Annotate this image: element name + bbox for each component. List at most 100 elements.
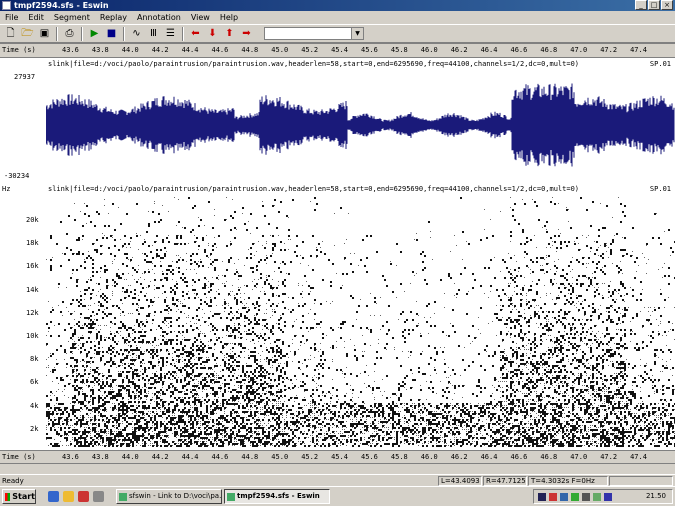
tray-icon[interactable] — [538, 493, 546, 501]
frequency-tick: 4k — [30, 401, 39, 410]
tray-icon[interactable] — [593, 493, 601, 501]
windows-logo-icon — [5, 492, 11, 501]
frequency-tick: 8k — [30, 355, 39, 364]
minimize-button[interactable]: _ — [635, 0, 647, 10]
waveform-trace — [46, 83, 675, 167]
toolbar: 🗋 🗁 ▣ ⎙ ▶ ■ ∿ Ⅲ ☰ ⬅ ⬇ ⬆ ➡ ▼ — [0, 24, 675, 43]
waveform-icon[interactable]: ∿ — [129, 26, 144, 41]
time-tick: 46.0 — [420, 46, 438, 54]
time-tick: 43.8 — [91, 46, 109, 54]
time-tick: 47.0 — [570, 453, 588, 461]
tray-icon[interactable] — [549, 493, 557, 501]
status-empty — [609, 476, 673, 486]
save-icon[interactable]: ▣ — [37, 26, 52, 41]
menu-replay[interactable]: Replay — [95, 13, 132, 22]
ie-icon[interactable] — [48, 491, 59, 502]
status-time: T=4.3032s F=0Hz — [528, 476, 608, 486]
time-tick: 45.4 — [331, 453, 348, 461]
time-tick: 43.8 — [91, 453, 109, 461]
bars-icon[interactable]: Ⅲ — [146, 26, 161, 41]
frequency-tick: 16k — [26, 262, 39, 271]
close-button[interactable]: × — [661, 0, 673, 10]
tray-icon[interactable] — [604, 493, 612, 501]
time-tick: 45.2 — [301, 46, 319, 54]
frequency-tick: 6k — [30, 378, 39, 387]
down-arrow-icon[interactable]: ⬇ — [205, 26, 220, 41]
menu-annotation[interactable]: Annotation — [132, 13, 186, 22]
print-icon[interactable]: ⎙ — [62, 26, 77, 41]
time-tick: 45.2 — [301, 453, 319, 461]
menu-view[interactable]: View — [186, 13, 215, 22]
list-icon[interactable]: ☰ — [163, 26, 178, 41]
right-arrow-icon[interactable]: ➡ — [239, 26, 254, 41]
left-arrow-icon[interactable]: ⬅ — [188, 26, 203, 41]
spectrogram-panel[interactable] — [46, 197, 675, 447]
waveform-ymin: -30234 — [4, 172, 30, 180]
task-label: sfswin - Link to D:\voci\pa... — [129, 492, 222, 500]
frequency-tick: 2k — [30, 424, 39, 433]
open-icon[interactable]: 🗁 — [20, 26, 35, 41]
waveform-info: slink|file=d:/voci/paolo/paraintrusion/p… — [48, 60, 580, 68]
chevron-down-icon[interactable]: ▼ — [351, 28, 363, 39]
system-tray: 21.50 — [533, 489, 673, 504]
status-left-cursor: L=43.4093 — [438, 476, 482, 486]
time-tick: 44.2 — [151, 453, 169, 461]
task-icon — [227, 493, 235, 501]
status-ready: Ready — [2, 477, 24, 485]
menu-file[interactable]: File — [0, 13, 23, 22]
stop-icon[interactable]: ■ — [104, 26, 119, 41]
spectrogram-info: slink|file=d:/voci/paolo/paraintrusion/p… — [48, 185, 580, 193]
time-tick: 47.2 — [600, 453, 618, 461]
waveform-panel[interactable] — [46, 70, 675, 180]
task-eswin[interactable]: tmpf2594.sfs - Eswin — [224, 489, 330, 504]
time-tick: 45.6 — [361, 46, 378, 54]
status-bar: Ready L=43.4093 R=47.7125 T=4.3032s F=0H… — [0, 474, 675, 486]
frequency-tick: 10k — [26, 332, 39, 340]
window-controls: _ □ × — [635, 0, 673, 10]
time-tick: 44.4 — [181, 453, 199, 461]
waveform-info-line: slink|file=d:/voci/paolo/paraintrusion/p… — [0, 60, 675, 70]
time-tick: 45.8 — [390, 453, 408, 461]
time-tick: 47.2 — [600, 46, 618, 54]
time-tick: 44.0 — [121, 453, 139, 461]
time-tick: 46.2 — [450, 46, 468, 54]
play-icon[interactable]: ▶ — [87, 26, 102, 41]
time-tick: 45.4 — [331, 46, 348, 54]
app-icon — [2, 1, 11, 10]
tray-icon[interactable] — [582, 493, 590, 501]
time-tick: 46.4 — [480, 453, 498, 461]
maximize-button[interactable]: □ — [648, 0, 660, 10]
tray-icon[interactable] — [560, 493, 568, 501]
time-axis-label: Time (s) — [2, 453, 36, 461]
time-tick: 46.2 — [450, 453, 468, 461]
up-arrow-icon[interactable]: ⬆ — [222, 26, 237, 41]
task-sfswin[interactable]: sfswin - Link to D:\voci\pa... — [116, 489, 222, 504]
menu-help[interactable]: Help — [215, 13, 243, 22]
settings-icon[interactable] — [93, 491, 104, 502]
annotation-combo[interactable]: ▼ — [264, 27, 364, 40]
time-axis-label: Time (s) — [2, 46, 36, 54]
task-icon — [119, 493, 127, 501]
taskbar: Start sfswin - Link to D:\voci\pa... tmp… — [0, 486, 675, 506]
start-button[interactable]: Start — [2, 489, 36, 504]
status-right-cursor: R=47.7125 — [483, 476, 527, 486]
frequency-tick: 12k — [26, 308, 39, 317]
time-tick: 46.4 — [480, 46, 498, 54]
media-icon[interactable] — [78, 491, 89, 502]
menu-edit[interactable]: Edit — [23, 13, 49, 22]
spectrogram-info-line: Hz slink|file=d:/voci/paolo/paraintrusio… — [0, 185, 675, 195]
waveform-ymax: 27937 — [14, 73, 36, 81]
menu-segment[interactable]: Segment — [49, 13, 95, 22]
time-tick: 45.0 — [271, 453, 289, 461]
time-tick: 47.4 — [630, 46, 647, 54]
time-tick: 45.0 — [271, 46, 289, 54]
time-axis-bottom: Time (s) 43.6 43.8 44.0 44.2 44.4 44.6 44.8 45.… — [0, 450, 675, 464]
time-tick: 44.8 — [241, 453, 259, 461]
tray-icon[interactable] — [571, 493, 579, 501]
folder-icon[interactable] — [63, 491, 74, 502]
title-bar: tmpf2594.sfs - Eswin _ □ × — [0, 0, 675, 11]
time-tick: 46.8 — [540, 46, 558, 54]
spectrogram-image — [46, 197, 675, 447]
new-icon[interactable]: 🗋 — [3, 26, 18, 41]
clock: 21.50 — [645, 492, 666, 500]
